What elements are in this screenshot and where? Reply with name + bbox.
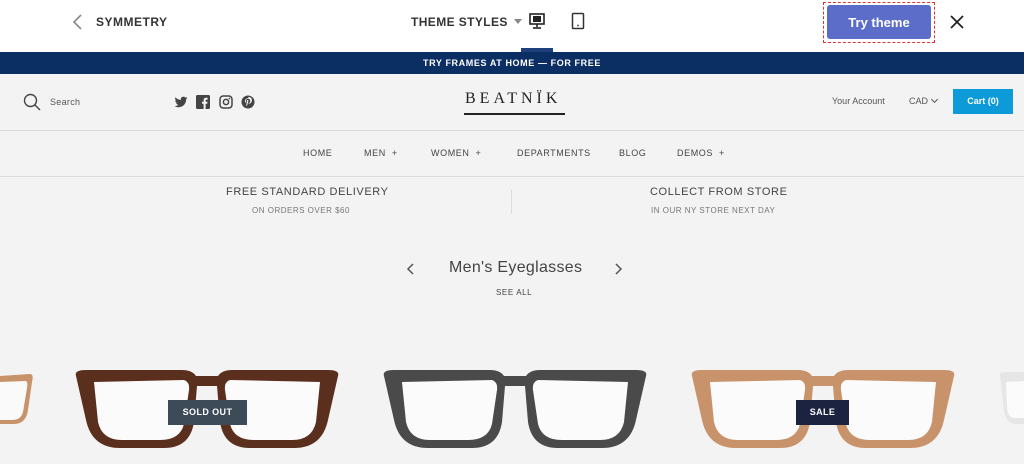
main-nav: HOME MEN + WOMEN + DEPARTMENTS BLOG DEMOS + bbox=[0, 131, 1024, 177]
chevron-down-icon bbox=[930, 95, 939, 104]
cart-button[interactable]: Cart (0) bbox=[953, 89, 1013, 114]
search-icon[interactable] bbox=[23, 93, 41, 111]
try-theme-button[interactable]: Try theme bbox=[827, 5, 931, 39]
mobile-view-icon[interactable] bbox=[571, 12, 585, 30]
benefit-title: FREE STANDARD DELIVERY bbox=[226, 186, 389, 198]
benefit-subtitle: ON ORDERS OVER $60 bbox=[252, 206, 350, 215]
product-card-partial-left[interactable] bbox=[0, 360, 40, 460]
product-card[interactable]: SOLD OUT bbox=[72, 360, 342, 460]
eyeglasses-image bbox=[383, 370, 647, 448]
nav-item-women[interactable]: WOMEN + bbox=[431, 148, 481, 158]
store-header: Search BEATNÏK Your Account CAD Cart (0) bbox=[0, 74, 1024, 131]
logo-underline bbox=[464, 113, 565, 115]
nav-item-label: HOME bbox=[303, 148, 333, 158]
carousel-next-icon[interactable] bbox=[612, 262, 624, 276]
nav-item-label: DEMOS bbox=[677, 148, 714, 158]
nav-item-home[interactable]: HOME bbox=[303, 148, 332, 158]
nav-item-label: WOMEN bbox=[431, 148, 470, 158]
sale-badge: SALE bbox=[796, 400, 849, 425]
see-all-link[interactable]: SEE ALL bbox=[496, 288, 532, 297]
theme-styles-label: THEME STYLES bbox=[411, 15, 508, 29]
close-icon[interactable] bbox=[949, 14, 965, 30]
theme-preview-bar: SYMMETRY THEME STYLES Try theme bbox=[0, 0, 1024, 52]
currency-label: CAD bbox=[909, 96, 929, 106]
nav-item-men[interactable]: MEN + bbox=[364, 148, 398, 158]
plus-icon: + bbox=[719, 148, 725, 158]
currency-selector[interactable]: CAD bbox=[909, 95, 939, 106]
nav-item-label: MEN bbox=[364, 148, 386, 158]
nav-item-blog[interactable]: BLOG bbox=[619, 148, 646, 158]
theme-styles-dropdown[interactable]: THEME STYLES bbox=[411, 15, 522, 29]
desktop-view-icon[interactable] bbox=[528, 12, 546, 30]
search-link[interactable]: Search bbox=[50, 97, 80, 107]
nav-item-label: DEPARTMENTS bbox=[517, 148, 591, 158]
product-card[interactable]: SALE bbox=[688, 360, 958, 460]
benefit-divider bbox=[511, 190, 512, 214]
benefit-title: COLLECT FROM STORE bbox=[650, 186, 788, 198]
back-chevron-icon[interactable] bbox=[70, 13, 86, 31]
nav-item-departments[interactable]: DEPARTMENTS bbox=[517, 148, 591, 158]
plus-icon: + bbox=[475, 148, 482, 158]
store-logo[interactable]: BEATNÏK bbox=[465, 90, 561, 108]
nav-item-label: BLOG bbox=[619, 148, 647, 158]
facebook-icon[interactable] bbox=[196, 95, 210, 109]
announcement-bar[interactable]: TRY FRAMES AT HOME — FOR FREE bbox=[0, 52, 1024, 74]
plus-icon: + bbox=[391, 148, 398, 158]
instagram-icon[interactable] bbox=[219, 95, 233, 109]
collection-title: Men's Eyeglasses bbox=[449, 259, 583, 276]
benefit-subtitle: IN OUR NY STORE NEXT DAY bbox=[651, 206, 776, 215]
nav-item-demos[interactable]: DEMOS + bbox=[677, 148, 725, 158]
sold-out-badge: SOLD OUT bbox=[168, 400, 247, 425]
product-card[interactable] bbox=[380, 360, 650, 460]
product-card-partial-right[interactable] bbox=[994, 360, 1024, 460]
carousel-prev-icon[interactable] bbox=[405, 262, 417, 276]
caret-down-icon bbox=[513, 19, 522, 25]
store-name: SYMMETRY bbox=[96, 15, 168, 29]
your-account-link[interactable]: Your Account bbox=[832, 96, 885, 106]
twitter-icon[interactable] bbox=[174, 95, 188, 109]
pinterest-icon[interactable] bbox=[241, 95, 255, 109]
